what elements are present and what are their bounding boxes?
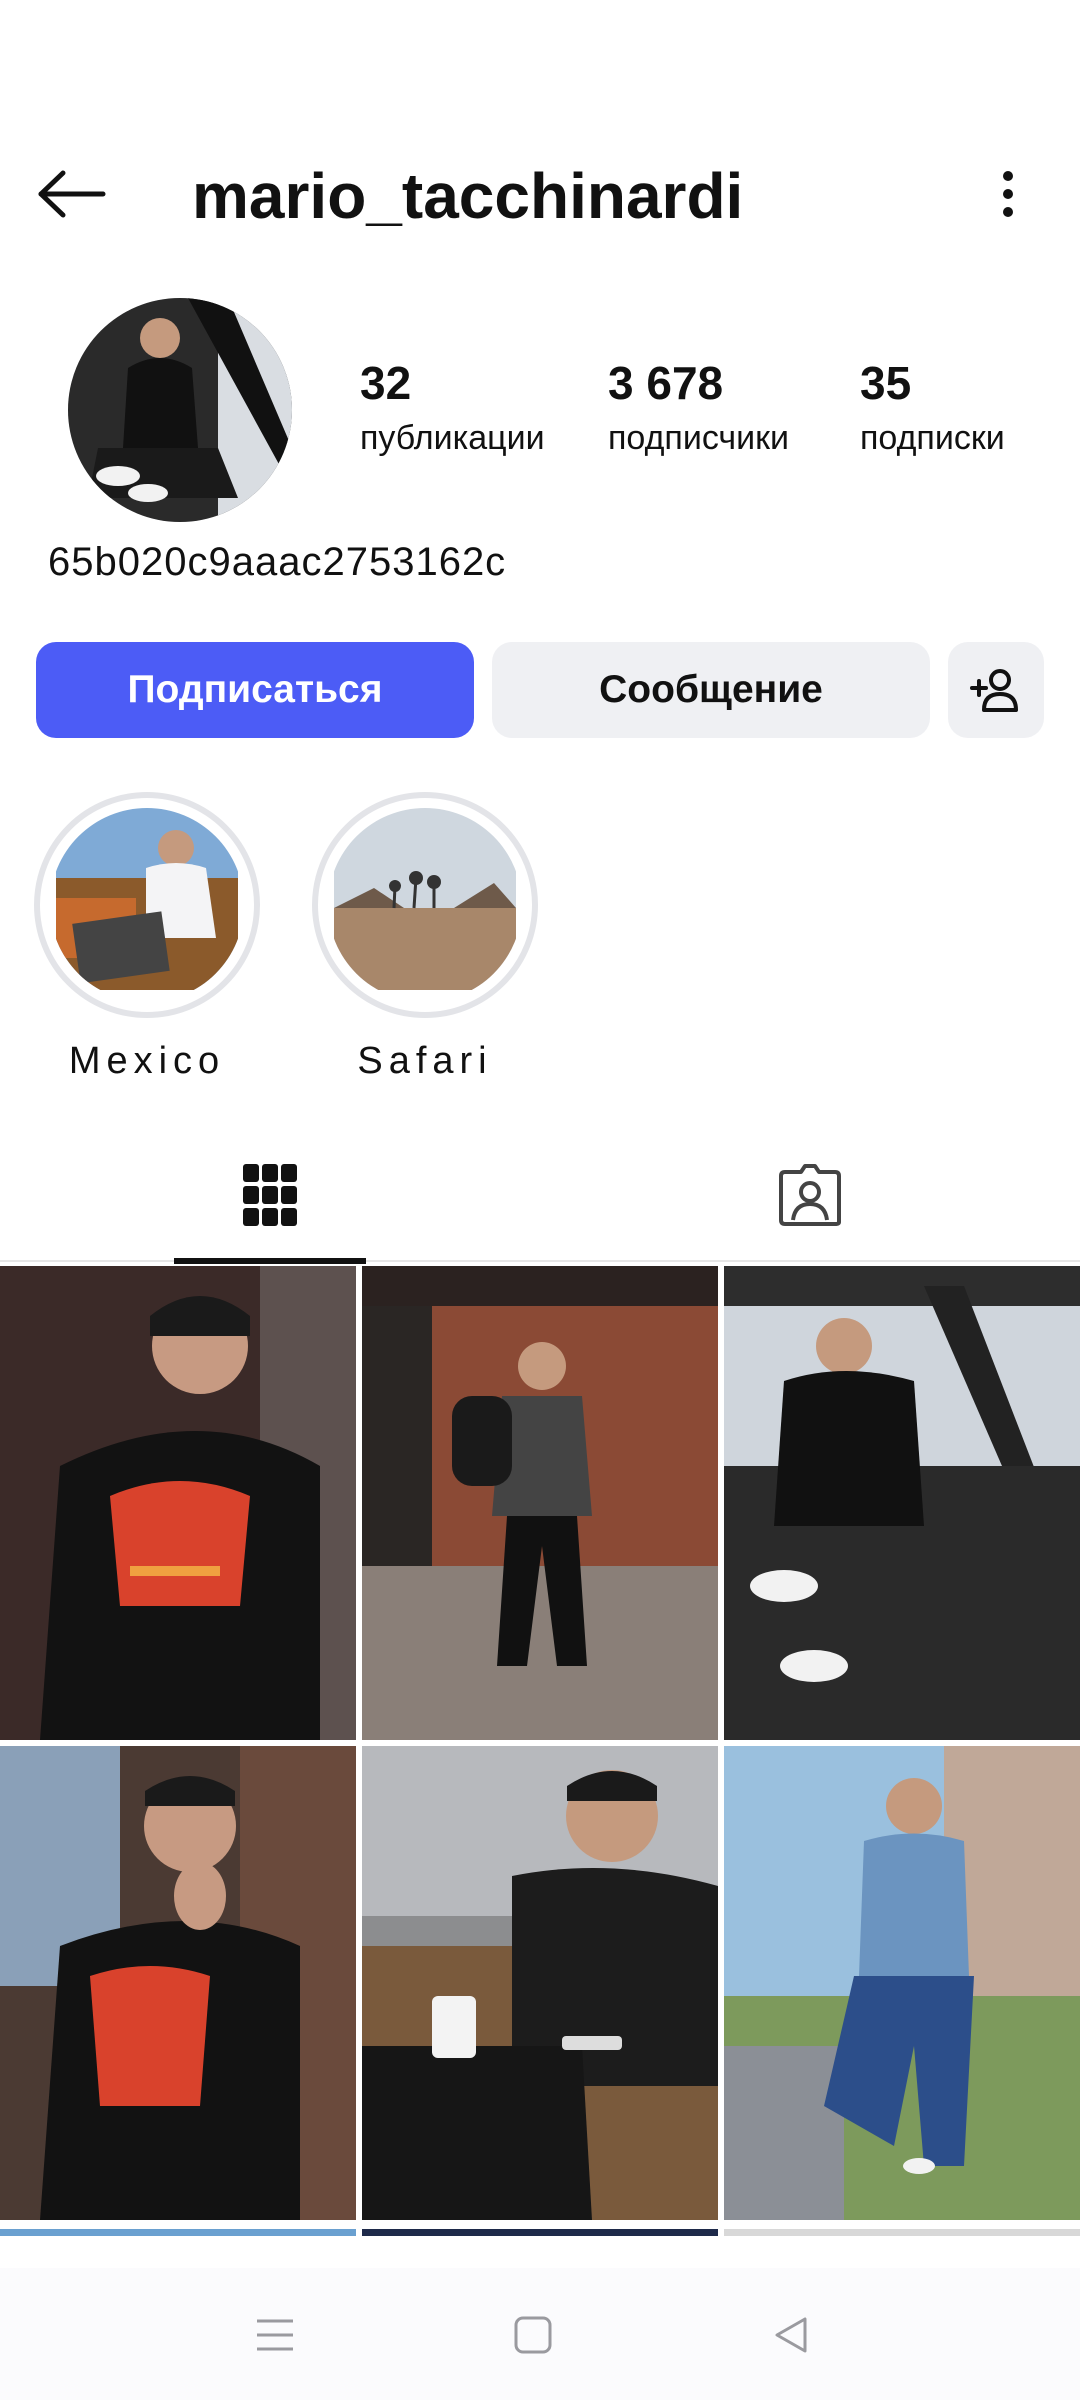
post-thumbnail[interactable] <box>0 2226 356 2236</box>
stat-followers-value: 3 678 <box>608 357 724 409</box>
stat-posts-value: 32 <box>360 357 412 409</box>
active-tab-indicator <box>174 1258 366 1264</box>
highlight-ring <box>312 792 538 1018</box>
more-vertical-icon <box>1003 171 1013 217</box>
post-thumbnail[interactable] <box>0 1266 356 1740</box>
triangle-back-icon <box>775 2317 807 2353</box>
more-options-button[interactable] <box>988 164 1028 224</box>
profile-avatar[interactable] <box>68 298 292 522</box>
highlight-label: Mexico <box>68 1040 226 1082</box>
post-thumbnail[interactable] <box>362 1746 718 2220</box>
follow-button[interactable]: Подписаться <box>36 642 474 738</box>
menu-icon <box>257 2319 293 2351</box>
highlight-safari[interactable]: Safari <box>312 792 538 1083</box>
message-button[interactable]: Сообщение <box>492 642 930 738</box>
highlight-mexico[interactable]: Mexico <box>34 792 260 1083</box>
post-thumbnail[interactable] <box>362 2226 718 2236</box>
profile-stats: 32 публикации 3 678 подписчики 35 подпис… <box>360 356 1060 466</box>
tab-posts-grid[interactable] <box>174 1128 366 1264</box>
profile-bio: 65b020c9aaac2753162c <box>48 540 507 584</box>
add-user-button[interactable] <box>948 642 1044 738</box>
nav-menu-button[interactable] <box>240 2300 310 2370</box>
system-nav-bar <box>0 2268 1080 2400</box>
highlight-safari-cover <box>328 808 522 1002</box>
nav-back-button[interactable] <box>756 2300 826 2370</box>
post-thumbnail[interactable] <box>0 1746 356 2220</box>
profile-header: mario_tacchinardi <box>0 150 1080 240</box>
stat-posts[interactable]: 32 публикации <box>360 356 545 460</box>
nav-home-button[interactable] <box>498 2300 568 2370</box>
highlight-label: Safari <box>357 1040 493 1082</box>
square-home-icon <box>514 2316 552 2354</box>
tagged-person-icon <box>779 1164 841 1226</box>
profile-tabs <box>0 1128 1080 1264</box>
post-thumbnail[interactable] <box>362 1266 718 1740</box>
stat-following-label: подписки <box>860 419 1005 457</box>
highlight-mexico-cover <box>50 808 244 1002</box>
tab-tagged[interactable] <box>714 1128 906 1262</box>
highlight-ring <box>34 792 260 1018</box>
profile-username: mario_tacchinardi <box>192 160 744 232</box>
posts-grid <box>0 1266 1080 2236</box>
back-button[interactable] <box>34 164 110 224</box>
stat-followers-label: подписчики <box>608 419 790 457</box>
post-thumbnail[interactable] <box>724 1266 1080 1740</box>
post-thumbnail[interactable] <box>724 2226 1080 2236</box>
person-add-icon <box>970 669 1018 712</box>
grid-icon <box>243 1164 297 1226</box>
arrow-left-icon <box>38 170 106 218</box>
post-thumbnail[interactable] <box>724 1746 1080 2220</box>
stat-posts-label: публикации <box>360 419 545 457</box>
stat-following-value: 35 <box>860 357 912 409</box>
stat-following[interactable]: 35 подписки <box>860 356 1005 460</box>
stat-followers[interactable]: 3 678 подписчики <box>608 356 789 460</box>
